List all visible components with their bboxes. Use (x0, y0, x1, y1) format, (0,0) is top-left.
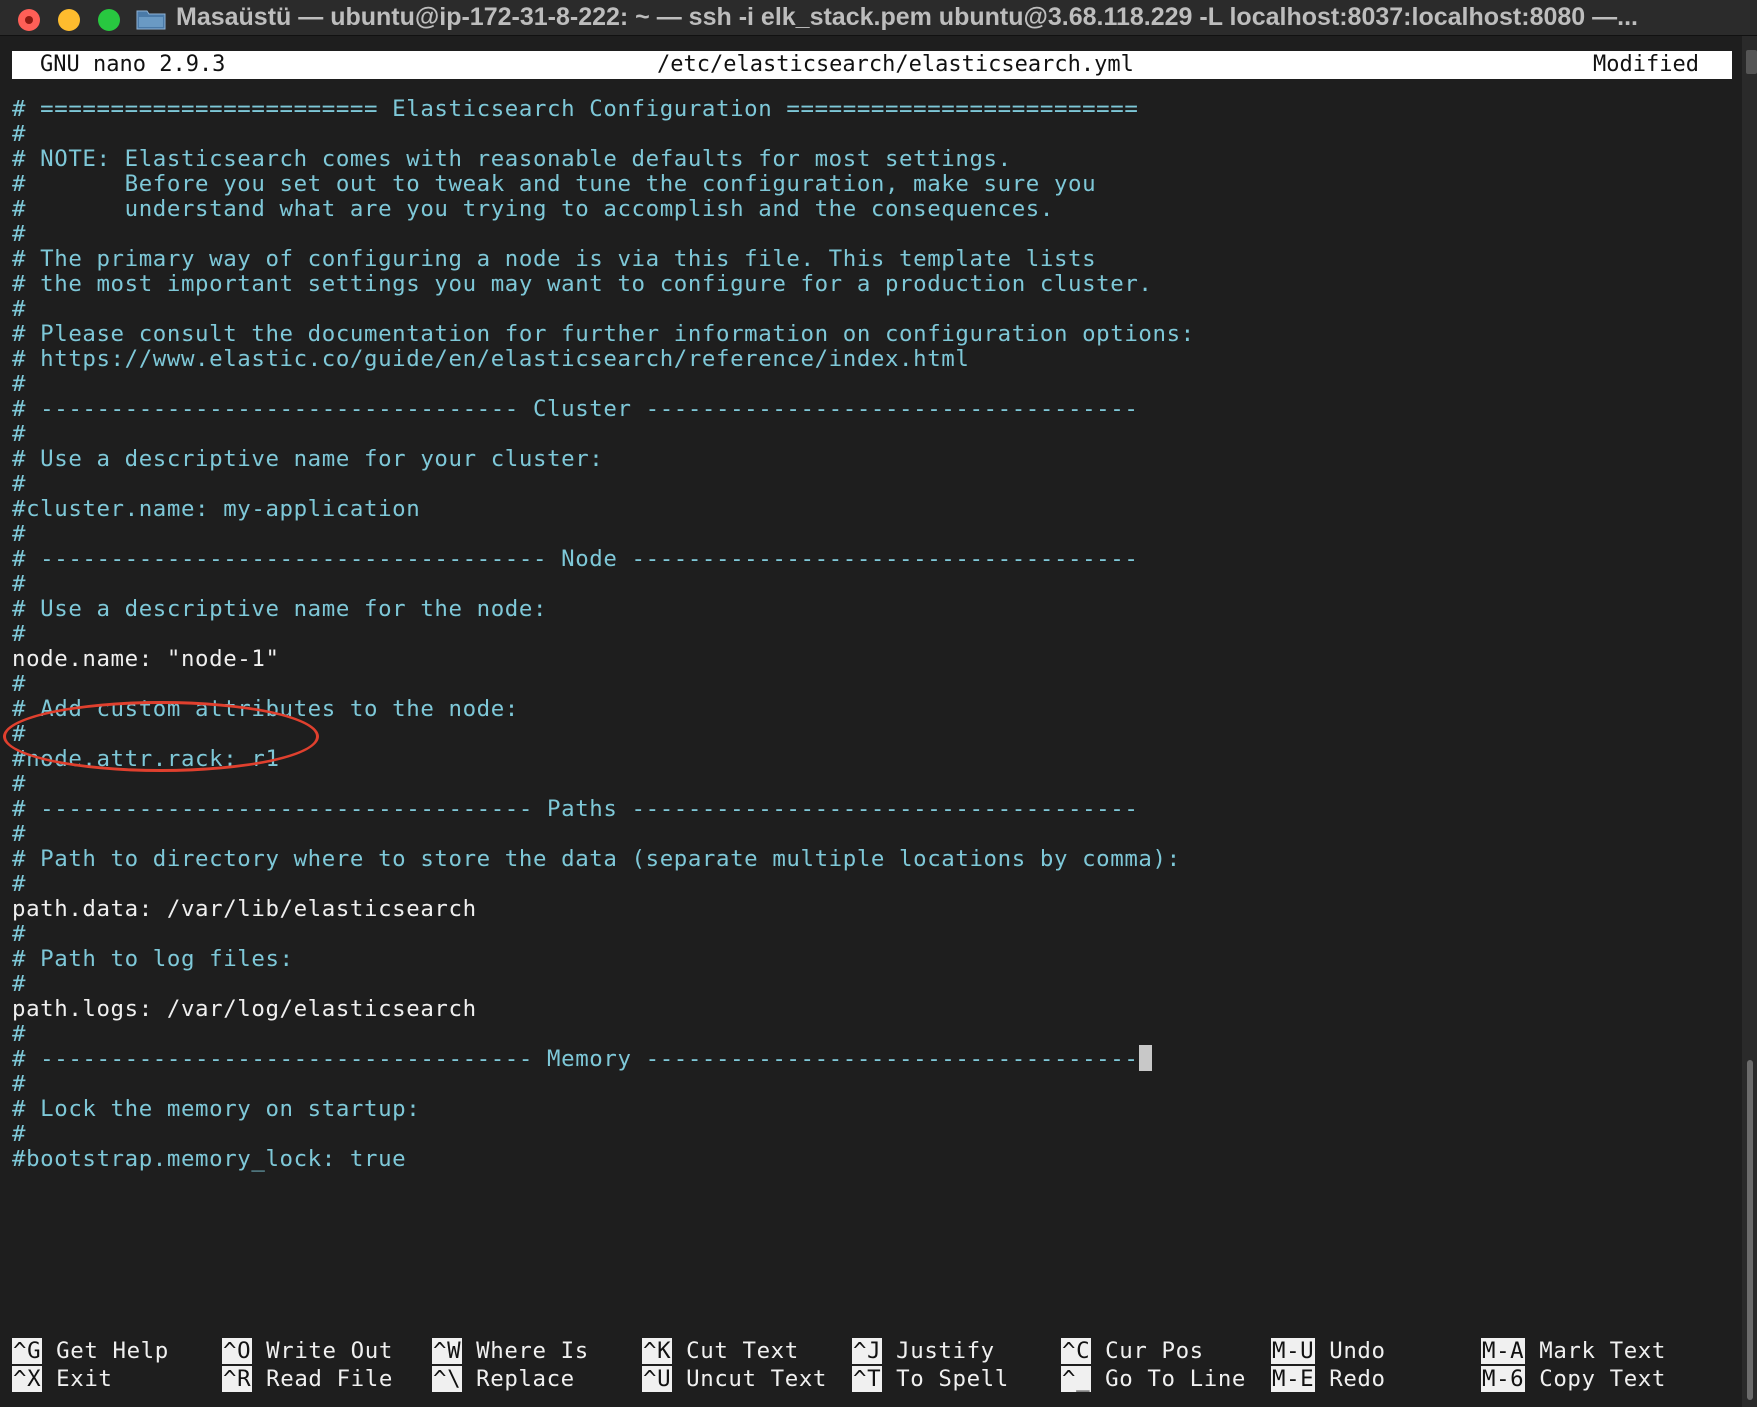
comment-line: # the most important settings you may wa… (12, 271, 1153, 297)
shortcut-go-to-line[interactable]: ^_ Go To Line (1061, 1365, 1246, 1393)
shortcut-replace[interactable]: ^\ Replace (432, 1365, 575, 1393)
shortcut-label: Go To Line (1105, 1366, 1246, 1392)
editor-text-area[interactable]: # ======================== Elasticsearch… (0, 0, 1740, 1407)
comment-line: # https://www.elastic.co/guide/en/elasti… (12, 346, 970, 372)
comment-line: # (12, 771, 27, 797)
shortcut-write-out[interactable]: ^O Write Out (222, 1337, 393, 1365)
shortcut-key: M-U (1271, 1338, 1316, 1364)
comment-line: #bootstrap.memory_lock: true (12, 1146, 407, 1172)
shortcut-label: Cut Text (686, 1338, 799, 1364)
comment-line: # ----------------------------------- Pa… (12, 796, 1139, 822)
shortcut-mark-text[interactable]: M-A Mark Text (1481, 1337, 1666, 1365)
shortcut-key: ^W (432, 1338, 463, 1364)
comment-line: # NOTE: Elasticsearch comes with reasona… (12, 146, 1012, 172)
comment-line: # (12, 1121, 27, 1147)
shortcut-label: To Spell (896, 1366, 1009, 1392)
config-line: node.name: "node-1" (12, 646, 280, 672)
comment-line: # (12, 1021, 27, 1047)
shortcut-key: ^T (852, 1366, 883, 1392)
shortcut-key: M-6 (1481, 1366, 1526, 1392)
comment-line: # ---------------------------------- Clu… (12, 396, 1139, 422)
comment-line: # (12, 371, 27, 397)
comment-line: # Lock the memory on startup: (12, 1096, 421, 1122)
comment-line: # (12, 821, 27, 847)
config-line: path.data: /var/lib/elasticsearch (12, 896, 477, 922)
shortcut-label: Read File (266, 1366, 393, 1392)
shortcut-label: Where Is (476, 1338, 589, 1364)
comment-line: # (12, 296, 27, 322)
shortcut-where-is[interactable]: ^W Where Is (432, 1337, 589, 1365)
shortcut-key: ^G (12, 1338, 43, 1364)
comment-line: # Use a descriptive name for your cluste… (12, 446, 604, 472)
shortcut-label: Undo (1329, 1338, 1386, 1364)
comment-line: # Path to directory where to store the d… (12, 846, 1181, 872)
shortcut-key: ^J (852, 1338, 883, 1364)
shortcut-label: Redo (1329, 1366, 1386, 1392)
comment-line: # (12, 921, 27, 947)
comment-line: # (12, 1071, 27, 1097)
shortcut-label: Replace (476, 1366, 575, 1392)
shortcut-to-spell[interactable]: ^T To Spell (852, 1365, 1009, 1393)
shortcut-label: Cur Pos (1105, 1338, 1204, 1364)
comment-line: # (12, 121, 27, 147)
text-cursor (1139, 1045, 1153, 1071)
shortcut-key: ^C (1061, 1338, 1092, 1364)
config-line: path.logs: /var/log/elasticsearch (12, 996, 477, 1022)
shortcut-key: M-E (1271, 1366, 1316, 1392)
comment-line: # Please consult the documentation for f… (12, 321, 1195, 347)
shortcut-key: ^U (642, 1366, 673, 1392)
comment-line: # (12, 521, 27, 547)
shortcut-label: Uncut Text (686, 1366, 827, 1392)
comment-line: # (12, 471, 27, 497)
comment-line: # (12, 971, 27, 997)
shortcut-key: ^O (222, 1338, 253, 1364)
shortcut-label: Exit (56, 1366, 113, 1392)
shortcut-copy-text[interactable]: M-6 Copy Text (1481, 1365, 1666, 1393)
shortcut-cur-pos[interactable]: ^C Cur Pos (1061, 1337, 1204, 1365)
comment-line: # (12, 621, 27, 647)
shortcut-key: ^\ (432, 1366, 463, 1392)
shortcut-label: Get Help (56, 1338, 169, 1364)
shortcut-read-file[interactable]: ^R Read File (222, 1365, 393, 1393)
shortcut-key: ^R (222, 1366, 253, 1392)
shortcut-key: ^K (642, 1338, 673, 1364)
shortcut-label: Justify (896, 1338, 995, 1364)
shortcut-redo[interactable]: M-E Redo (1271, 1365, 1386, 1393)
node-name-highlight-circle (3, 701, 319, 772)
shortcut-undo[interactable]: M-U Undo (1271, 1337, 1386, 1365)
comment-line: #cluster.name: my-application (12, 496, 421, 522)
shortcut-cut-text[interactable]: ^K Cut Text (642, 1337, 799, 1365)
shortcut-get-help[interactable]: ^G Get Help (12, 1337, 169, 1365)
shortcut-label: Mark Text (1539, 1338, 1666, 1364)
comment-line: # Before you set out to tweak and tune t… (12, 171, 1097, 197)
shortcut-key: ^X (12, 1366, 43, 1392)
shortcut-key: M-A (1481, 1338, 1526, 1364)
scrollbar-top-handle[interactable] (1746, 50, 1757, 74)
comment-line: # (12, 671, 27, 697)
shortcut-exit[interactable]: ^X Exit (12, 1365, 113, 1393)
comment-line: # (12, 221, 27, 247)
comment-line: # ------------------------------------ N… (12, 546, 1139, 572)
comment-line: # ----------------------------------- Me… (12, 1045, 1153, 1073)
shortcut-label: Copy Text (1539, 1366, 1666, 1392)
scrollbar-thumb[interactable] (1747, 1060, 1753, 1400)
shortcut-justify[interactable]: ^J Justify (852, 1337, 995, 1365)
comment-line: # ======================== Elasticsearch… (12, 96, 1139, 122)
comment-line: # Use a descriptive name for the node: (12, 596, 548, 622)
comment-line: # (12, 421, 27, 447)
shortcut-key: ^_ (1061, 1366, 1092, 1392)
comment-line: # (12, 871, 27, 897)
comment-line: # (12, 571, 27, 597)
shortcut-uncut-text[interactable]: ^U Uncut Text (642, 1365, 827, 1393)
comment-line: # Path to log files: (12, 946, 294, 972)
shortcut-label: Write Out (266, 1338, 393, 1364)
comment-line: # The primary way of configuring a node … (12, 246, 1097, 272)
comment-line: # understand what are you trying to acco… (12, 196, 1054, 222)
